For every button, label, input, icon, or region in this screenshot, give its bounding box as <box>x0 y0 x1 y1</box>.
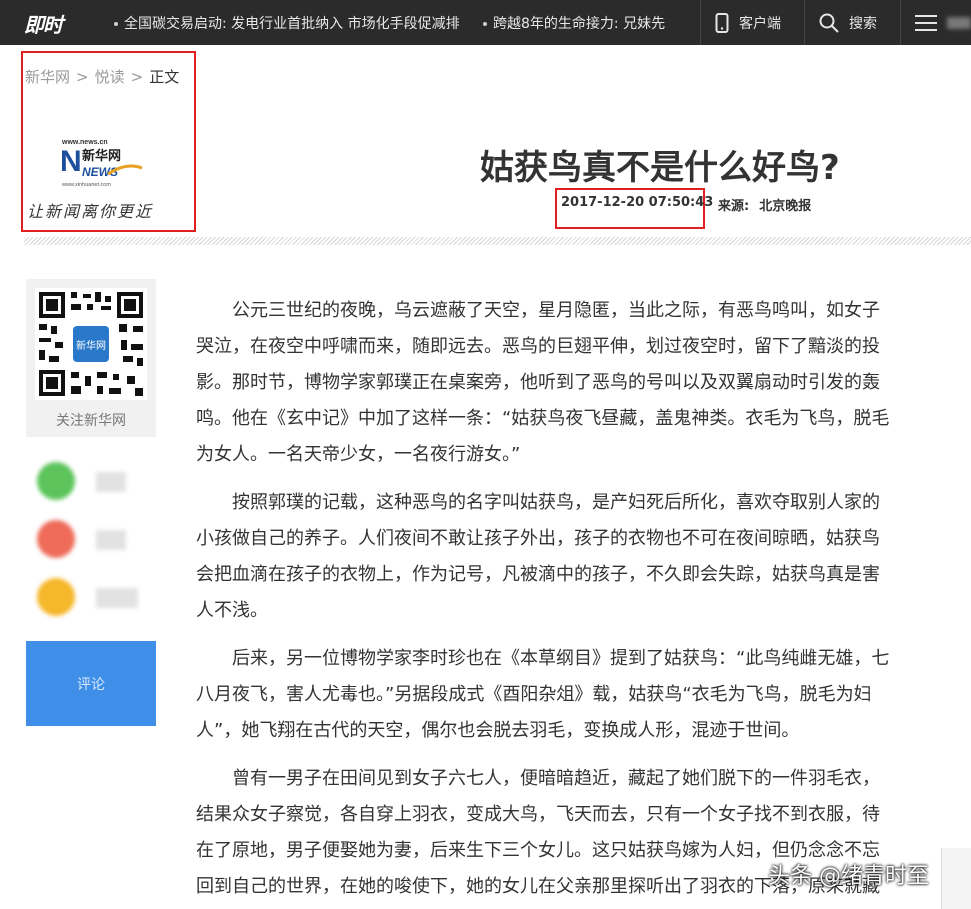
breadcrumb-home[interactable]: 新华网 <box>25 68 70 86</box>
share-label-blurred <box>96 530 126 550</box>
logo-sub-url: www.xinhuanet.com <box>61 182 111 188</box>
qr-code-image: 新华网 <box>35 288 147 400</box>
publish-datetime: 2017-12-20 07:50:43 <box>561 195 714 210</box>
article-title: 姑获鸟真不是什么好鸟? <box>480 148 840 188</box>
share-wechat-button[interactable] <box>37 462 137 502</box>
bullet-icon <box>114 22 118 26</box>
qr-follow-label: 关注新华网 <box>56 413 126 429</box>
mobile-phone-icon <box>715 12 729 33</box>
search-label: 搜索 <box>849 15 877 32</box>
wechat-icon <box>37 462 75 500</box>
share-qzone-button[interactable] <box>37 578 138 618</box>
logo-cn-name: 新华网 <box>82 148 121 164</box>
client-label: 客户端 <box>739 15 781 32</box>
logo-big-n: N <box>60 145 82 178</box>
top-nav-bar: 即时 全国碳交易启动: 发电行业首批纳入 市场化手段促减排 跨越8年的生命接力:… <box>0 0 971 45</box>
ticker-text: 全国碳交易启动: 发电行业首批纳入 市场化手段促减排 <box>124 16 460 32</box>
client-app-button[interactable]: 客户端 <box>700 0 802 45</box>
xinhua-news-logo[interactable]: www.news.cn N 新华网 NEWS www.xinhuanet.com <box>58 138 148 190</box>
toutiao-watermark: 头条 @绪青时至 <box>768 864 929 889</box>
menu-label-blurred <box>947 16 971 29</box>
site-logo[interactable]: 即时 <box>24 9 63 38</box>
source-label: 来源: <box>718 199 750 214</box>
source-value[interactable]: 北京晚报 <box>759 199 811 214</box>
breadcrumb: 新华网 > 悦读 > 正文 <box>25 66 179 87</box>
ticker-item[interactable]: 全国碳交易启动: 发电行业首批纳入 市场化手段促减排 <box>114 13 466 33</box>
share-label-blurred <box>96 472 126 492</box>
comment-button[interactable]: 评论 <box>26 641 156 726</box>
qr-follow-card: 新华网 关注新华网 <box>26 279 156 437</box>
breadcrumb-section[interactable]: 悦读 <box>95 68 125 86</box>
ticker-text: 跨越8年的生命接力: 兄妹先 <box>493 16 665 32</box>
article-paragraph: 后来，另一位博物学家李时珍也在《本草纲目》提到了姑获鸟：“此鸟纯雌无雄，七八月夜… <box>196 648 890 741</box>
article-body: 公元三世纪的夜晚，乌云遮蔽了天空，星月隐匿，当此之际，有恶鸟鸣叫，如女子哭泣，在… <box>196 293 890 909</box>
weibo-icon <box>37 520 75 558</box>
share-label-blurred <box>96 588 138 608</box>
search-icon <box>819 13 839 33</box>
floating-side-tool[interactable] <box>941 848 971 909</box>
brand-slogan: 让新闻离你更近 <box>27 202 154 221</box>
breadcrumb-separator: > <box>130 68 144 86</box>
breadcrumb-separator: > <box>76 68 89 86</box>
search-button[interactable]: 搜索 <box>804 0 898 45</box>
hamburger-menu-icon <box>915 14 937 31</box>
qr-center-logo-text: 新华网 <box>76 339 106 352</box>
menu-button[interactable] <box>900 0 971 45</box>
share-weibo-button[interactable] <box>37 520 137 560</box>
hatched-divider <box>24 237 971 245</box>
breadcrumb-current: 正文 <box>149 68 180 86</box>
bullet-icon <box>483 22 487 26</box>
article-paragraph: 按照郭璞的记载，这种恶鸟的名字叫姑获鸟，是产妇死后所化，喜欢夺取别人家的小孩做自… <box>196 492 880 621</box>
article-source: 来源: 北京晚报 <box>718 195 811 214</box>
article-paragraph: 公元三世纪的夜晚，乌云遮蔽了天空，星月隐匿，当此之际，有恶鸟鸣叫，如女子哭泣，在… <box>196 300 890 465</box>
ticker-item[interactable]: 跨越8年的生命接力: 兄妹先 <box>483 13 665 33</box>
qzone-icon <box>37 578 75 616</box>
